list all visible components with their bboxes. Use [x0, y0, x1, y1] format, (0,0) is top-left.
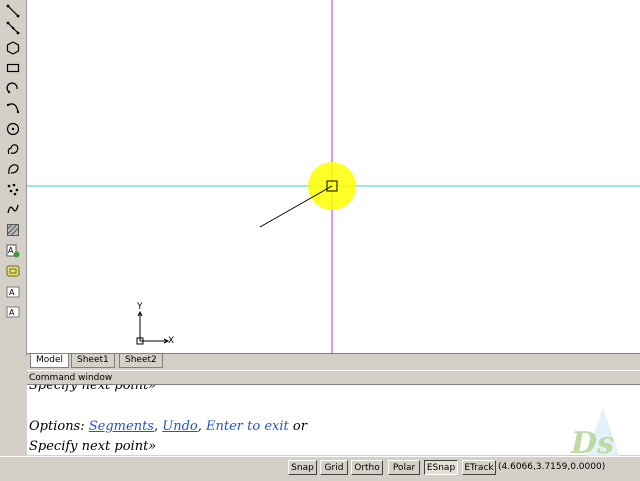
status-bar: Snap Grid Ortho Polar ESnap ETrack (4.60… — [0, 456, 640, 481]
line-icon[interactable] — [4, 2, 22, 20]
revision-cloud-icon[interactable] — [4, 140, 22, 158]
arc-icon[interactable] — [4, 79, 22, 97]
svg-text:A: A — [8, 246, 14, 255]
make-block-icon[interactable] — [4, 262, 22, 280]
ucs-y-label: Y — [137, 302, 143, 312]
option-enter-to-exit[interactable]: Enter to exit — [206, 419, 289, 434]
ucs-icon — [136, 310, 170, 345]
options-separator: , — [153, 419, 159, 434]
etrack-toggle[interactable]: ETrack — [462, 460, 496, 475]
polar-toggle[interactable]: Polar — [388, 460, 420, 475]
command-prompt: Specify next point» — [29, 439, 157, 454]
snap-toggle[interactable]: Snap — [288, 460, 317, 475]
esnap-toggle[interactable]: ESnap — [424, 460, 458, 475]
svg-text:A: A — [9, 308, 15, 317]
options-or: or — [292, 419, 307, 434]
command-input-area[interactable]: Options: Segments, Undo, Enter to exit o… — [27, 415, 640, 455]
svg-text:A: A — [9, 288, 15, 297]
option-segments[interactable]: Segments — [89, 419, 154, 434]
circle-icon[interactable] — [4, 120, 22, 138]
option-undo[interactable]: Undo — [162, 419, 197, 434]
tab-sheet2[interactable]: Sheet2 — [119, 354, 163, 368]
tab-sheet1[interactable]: Sheet1 — [71, 354, 115, 368]
ellipse-icon[interactable] — [4, 160, 22, 178]
drawing-canvas[interactable]: Y X — [27, 0, 640, 353]
draw-toolbar: A A A — [0, 0, 27, 356]
options-line: Options: Segments, Undo, Enter to exit o… — [29, 419, 307, 434]
ucs-x-label: X — [168, 336, 175, 346]
tab-model[interactable]: Model — [30, 354, 70, 368]
options-label: Options: — [29, 419, 85, 434]
coordinate-readout: (4.6066,3.7159,0.0000) — [498, 462, 606, 472]
rectangle-icon[interactable] — [4, 59, 22, 77]
spline-icon[interactable] — [4, 99, 22, 117]
command-history: Specify next point» — [27, 385, 640, 416]
points-icon[interactable] — [4, 180, 22, 198]
layout-tabs: Model Sheet1 Sheet2 — [27, 353, 640, 369]
ortho-toggle[interactable]: Ortho — [351, 460, 383, 475]
history-line: Specify next point» — [29, 385, 157, 393]
polygon-icon[interactable] — [4, 39, 22, 57]
options-separator: , — [197, 419, 202, 434]
curve-icon[interactable] — [4, 200, 22, 218]
command-window-header: Command window — [27, 370, 640, 385]
hatch-icon[interactable] — [4, 221, 22, 239]
polyline-icon[interactable] — [4, 19, 22, 37]
text-icon[interactable]: A — [4, 283, 22, 301]
mtext-icon[interactable]: A — [4, 303, 22, 321]
grid-toggle[interactable]: Grid — [320, 460, 348, 475]
insert-block-icon[interactable]: A — [4, 242, 22, 260]
